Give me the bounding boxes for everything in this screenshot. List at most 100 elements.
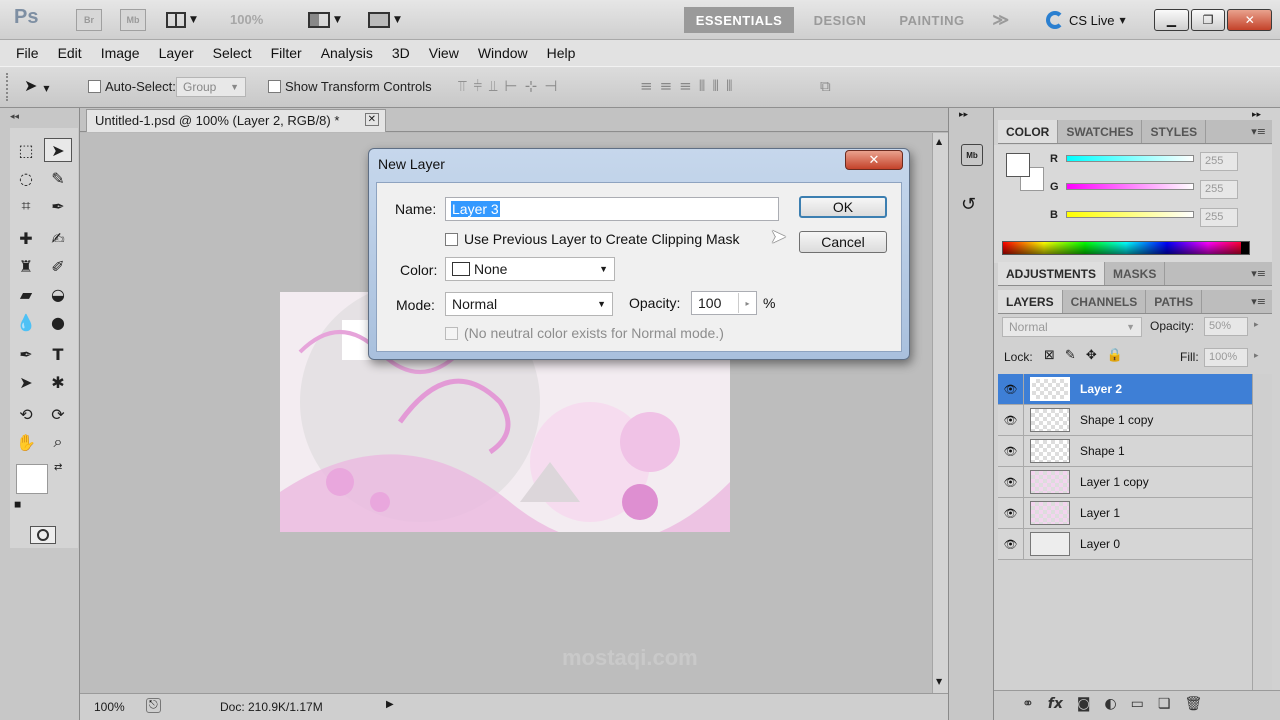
scroll-down-icon[interactable]: ▼ bbox=[936, 677, 942, 686]
more-workspaces-icon[interactable]: ≫ bbox=[986, 7, 1016, 33]
visibility-eye-icon[interactable]: 👁 bbox=[998, 466, 1024, 498]
lock-position-icon[interactable]: ✥ bbox=[1086, 348, 1097, 363]
layer-style-icon[interactable]: fx bbox=[1048, 696, 1063, 712]
channel-g-slider[interactable] bbox=[1066, 183, 1194, 190]
view-extras-button[interactable]: ▼ bbox=[166, 10, 206, 30]
collapse-tools-icon[interactable]: ◂◂ bbox=[10, 112, 19, 122]
lasso-tool-icon[interactable]: ◌ bbox=[12, 166, 40, 190]
zoom-level[interactable]: 100% bbox=[230, 12, 263, 27]
minimize-button[interactable]: ▁ bbox=[1154, 9, 1189, 31]
panel-menu-icon[interactable]: ▾≡ bbox=[1251, 120, 1272, 143]
mode-dropdown[interactable]: Normal ▼ bbox=[445, 292, 613, 316]
tab-color[interactable]: COLOR bbox=[998, 120, 1059, 143]
collapse-panels-icon[interactable]: ▸▸ bbox=[1252, 110, 1261, 120]
distribute-vcenter-icon[interactable]: ≡ bbox=[660, 77, 673, 95]
mini-bridge-button[interactable]: Mb bbox=[120, 9, 146, 31]
visibility-eye-icon[interactable]: 👁 bbox=[998, 435, 1024, 467]
align-top-icon[interactable]: ⫪ bbox=[458, 77, 466, 95]
dodge-tool-icon[interactable]: ● bbox=[44, 310, 72, 334]
menu-3d[interactable]: 3D bbox=[392, 45, 410, 61]
visibility-eye-icon[interactable]: 👁 bbox=[998, 373, 1024, 405]
path-selection-tool-icon[interactable]: ➤ bbox=[12, 370, 40, 394]
type-tool-icon[interactable]: T bbox=[44, 342, 72, 366]
cs-live-button[interactable]: CS Live ▼ bbox=[1046, 11, 1126, 29]
color-spectrum-bar[interactable] bbox=[1002, 241, 1250, 255]
lock-pixels-icon[interactable]: ✎ bbox=[1065, 348, 1076, 363]
opacity-stepper-icon[interactable]: ▸ bbox=[738, 293, 756, 313]
menu-filter[interactable]: Filter bbox=[271, 45, 302, 61]
foreground-color-swatch[interactable] bbox=[16, 464, 48, 494]
layer-opacity-value[interactable]: 50% bbox=[1204, 317, 1248, 336]
new-group-icon[interactable]: ▭ bbox=[1131, 696, 1144, 712]
workspace-design[interactable]: DESIGN bbox=[806, 7, 874, 33]
workspace-painting[interactable]: PAINTING bbox=[888, 7, 976, 33]
move-tool-icon[interactable]: ➤ bbox=[44, 138, 72, 162]
fill-slider-icon[interactable]: ▸ bbox=[1254, 351, 1259, 361]
tab-swatches[interactable]: SWATCHES bbox=[1058, 120, 1143, 143]
channel-g-value[interactable]: 255 bbox=[1200, 180, 1238, 199]
pen-tool-icon[interactable]: ✒ bbox=[12, 342, 40, 366]
add-mask-icon[interactable]: ◙ bbox=[1077, 696, 1091, 712]
channel-r-slider[interactable] bbox=[1066, 155, 1194, 162]
blur-tool-icon[interactable]: 💧 bbox=[12, 310, 40, 334]
vertical-scrollbar[interactable]: ▲ ▼ bbox=[932, 133, 948, 693]
layer-row[interactable]: 👁 Layer 1 bbox=[998, 497, 1252, 529]
history-brush-tool-icon[interactable]: ✐ bbox=[44, 254, 72, 278]
panel-menu-icon[interactable]: ▾≡ bbox=[1251, 290, 1272, 313]
options-grip[interactable] bbox=[6, 73, 10, 101]
distribute-right-icon[interactable]: ⦀ bbox=[726, 77, 733, 95]
ok-button[interactable]: OK bbox=[799, 196, 887, 218]
move-tool-preset-icon[interactable]: ➤ ▼ bbox=[24, 76, 50, 95]
panel-menu-icon[interactable]: ▾≡ bbox=[1251, 262, 1272, 285]
neutral-color-checkbox[interactable] bbox=[445, 326, 458, 340]
visibility-eye-icon[interactable]: 👁 bbox=[998, 497, 1024, 529]
brush-tool-icon[interactable]: ✍ bbox=[44, 226, 72, 250]
quick-mask-button[interactable] bbox=[30, 526, 56, 544]
delete-layer-icon[interactable]: 🗑 bbox=[1184, 696, 1202, 712]
close-icon[interactable]: ✕ bbox=[364, 113, 379, 126]
color-dropdown[interactable]: None ▼ bbox=[445, 257, 615, 281]
3d-orbit-tool-icon[interactable]: ⟳ bbox=[44, 402, 72, 426]
healing-brush-tool-icon[interactable]: ✚ bbox=[12, 226, 40, 250]
channel-b-value[interactable]: 255 bbox=[1200, 208, 1238, 227]
channel-r-value[interactable]: 255 bbox=[1200, 152, 1238, 171]
align-vcenter-icon[interactable]: ⫩ bbox=[473, 77, 482, 95]
crop-tool-icon[interactable]: ⌗ bbox=[12, 194, 40, 218]
clone-stamp-tool-icon[interactable]: ♜ bbox=[12, 254, 40, 278]
fill-value[interactable]: 100% bbox=[1204, 348, 1248, 367]
document-tab[interactable]: Untitled-1.psd @ 100% (Layer 2, RGB/8) *… bbox=[86, 109, 386, 132]
menu-select[interactable]: Select bbox=[213, 45, 252, 61]
status-info-icon[interactable]: ⎋ bbox=[146, 698, 161, 713]
workspace-essentials[interactable]: ESSENTIALS bbox=[684, 7, 794, 33]
status-menu-icon[interactable]: ▶ bbox=[386, 699, 394, 710]
menu-help[interactable]: Help bbox=[547, 45, 576, 61]
auto-select-dropdown[interactable]: Group ▼ bbox=[176, 77, 246, 97]
scroll-up-icon[interactable]: ▲ bbox=[936, 137, 942, 146]
marquee-tool-icon[interactable]: ⬚ bbox=[12, 138, 40, 162]
align-hcenter-icon[interactable]: ⊹ bbox=[525, 77, 538, 95]
tab-layers[interactable]: LAYERS bbox=[998, 290, 1063, 313]
distribute-left-icon[interactable]: ⦀ bbox=[699, 77, 706, 95]
opacity-input[interactable]: 100 ▸ bbox=[691, 291, 757, 315]
menu-analysis[interactable]: Analysis bbox=[321, 45, 373, 61]
blend-mode-dropdown[interactable]: Normal ▼ bbox=[1002, 317, 1142, 337]
close-button[interactable]: ✕ bbox=[1227, 9, 1273, 31]
bridge-button[interactable]: Br bbox=[76, 9, 102, 31]
layer-row[interactable]: 👁 Layer 1 copy bbox=[998, 466, 1252, 498]
align-left-icon[interactable]: ⊢ bbox=[505, 77, 518, 95]
paint-bucket-tool-icon[interactable]: ◒ bbox=[44, 282, 72, 306]
auto-align-icon[interactable]: ⧉ bbox=[820, 77, 831, 95]
lock-transparency-icon[interactable]: ⊠ bbox=[1044, 348, 1055, 363]
color-panel-foreground-swatch[interactable] bbox=[1006, 153, 1030, 177]
tab-channels[interactable]: CHANNELS bbox=[1063, 290, 1147, 313]
distribute-hcenter-icon[interactable]: ⦀ bbox=[712, 77, 719, 95]
name-input[interactable]: Layer 3 bbox=[445, 197, 779, 221]
default-colors-icon[interactable]: ◼ bbox=[14, 500, 21, 510]
show-transform-checkbox[interactable] bbox=[268, 80, 281, 93]
custom-shape-tool-icon[interactable]: ✱ bbox=[44, 370, 72, 394]
restore-button[interactable]: ❐ bbox=[1190, 9, 1226, 31]
tab-adjustments[interactable]: ADJUSTMENTS bbox=[998, 262, 1106, 285]
menu-window[interactable]: Window bbox=[478, 45, 528, 61]
tab-paths[interactable]: PATHS bbox=[1146, 290, 1203, 313]
visibility-eye-icon[interactable]: 👁 bbox=[998, 404, 1024, 436]
